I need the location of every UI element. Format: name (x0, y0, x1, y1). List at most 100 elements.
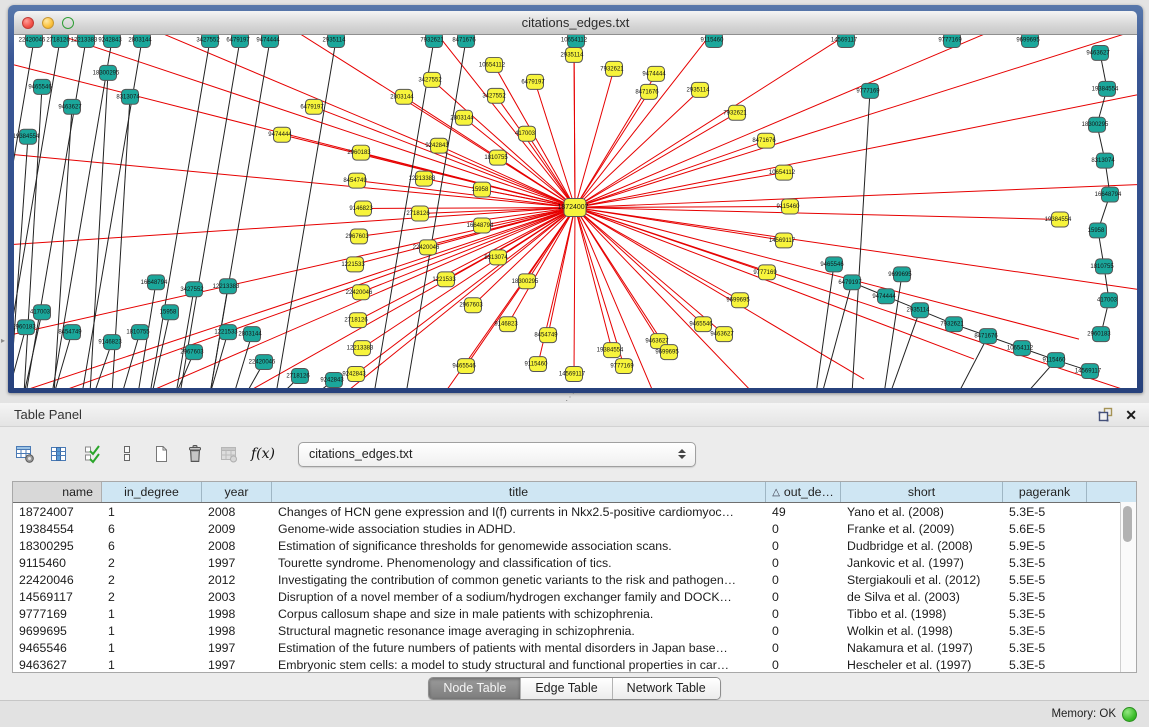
tab-node-table[interactable]: Node Table (429, 678, 521, 699)
cell-out_degree[interactable]: 0 (766, 539, 841, 553)
cell-short[interactable]: Tibbo et al. (1998) (841, 607, 1003, 621)
cell-short[interactable]: Dudbridge et al. (2008) (841, 539, 1003, 553)
cell-short[interactable]: de Silva et al. (2003) (841, 590, 1003, 604)
cell-year[interactable]: 2008 (202, 539, 272, 553)
close-window-button[interactable] (22, 17, 34, 29)
cell-title[interactable]: Tourette syndrome. Phenomenology and cla… (272, 556, 766, 570)
cell-pagerank[interactable]: 5.3E-5 (1003, 641, 1087, 655)
table-row[interactable]: 911546021997Tourette syndrome. Phenomeno… (13, 554, 1136, 571)
cell-in_degree[interactable]: 2 (102, 573, 202, 587)
cell-year[interactable]: 1997 (202, 641, 272, 655)
cell-short[interactable]: Wolkin et al. (1998) (841, 624, 1003, 638)
cell-pagerank[interactable]: 5.6E-5 (1003, 522, 1087, 536)
cell-name[interactable]: 14569117 (13, 590, 102, 604)
cell-year[interactable]: 1998 (202, 624, 272, 638)
cell-short[interactable]: Jankovic et al. (1997) (841, 556, 1003, 570)
table-row[interactable]: 1456911722003Disruption of a novel membe… (13, 588, 1136, 605)
cell-in_degree[interactable]: 1 (102, 607, 202, 621)
cell-name[interactable]: 9777169 (13, 607, 102, 621)
zoom-window-button[interactable] (62, 17, 74, 29)
column-header-year[interactable]: year (202, 482, 272, 502)
network-window-titlebar[interactable]: citations_edges.txt (14, 11, 1137, 35)
column-header-name[interactable]: name (13, 482, 102, 502)
table-settings-icon[interactable] (12, 441, 38, 467)
cell-out_degree[interactable]: 0 (766, 624, 841, 638)
cell-in_degree[interactable]: 6 (102, 522, 202, 536)
cell-title[interactable]: Estimation of the future numbers of pati… (272, 641, 766, 655)
cell-pagerank[interactable]: 5.3E-5 (1003, 624, 1087, 638)
cell-title[interactable]: Corpus callosum shape and size in male p… (272, 607, 766, 621)
table-row[interactable]: 1938455462009Genome-wide association stu… (13, 520, 1136, 537)
cell-in_degree[interactable]: 6 (102, 539, 202, 553)
cell-short[interactable]: Franke et al. (2009) (841, 522, 1003, 536)
insert-column-icon[interactable] (46, 441, 72, 467)
cell-in_degree[interactable]: 2 (102, 556, 202, 570)
cell-year[interactable]: 2009 (202, 522, 272, 536)
cell-title[interactable]: Changes of HCN gene expression and I(f) … (272, 505, 766, 519)
tab-network-table[interactable]: Network Table (613, 678, 720, 699)
new-table-icon[interactable] (148, 441, 174, 467)
cell-year[interactable]: 1997 (202, 556, 272, 570)
cell-in_degree[interactable]: 2 (102, 590, 202, 604)
cell-in_degree[interactable]: 1 (102, 658, 202, 672)
close-panel-icon[interactable]: ✕ (1125, 408, 1137, 422)
cell-out_degree[interactable]: 0 (766, 590, 841, 604)
column-header-short[interactable]: short (841, 482, 1003, 502)
cell-title[interactable]: Structural magnetic resonance image aver… (272, 624, 766, 638)
cell-out_degree[interactable]: 49 (766, 505, 841, 519)
cell-out_degree[interactable]: 0 (766, 573, 841, 587)
cell-name[interactable]: 18724007 (13, 505, 102, 519)
column-header-pagerank[interactable]: pagerank (1003, 482, 1087, 502)
cell-name[interactable]: 19384554 (13, 522, 102, 536)
gutter-collapse-icon[interactable]: ▸ (1, 336, 5, 345)
cell-name[interactable]: 9463627 (13, 658, 102, 672)
select-columns-icon[interactable] (80, 441, 106, 467)
table-scrollbar-thumb[interactable] (1123, 506, 1132, 542)
cell-pagerank[interactable]: 5.5E-5 (1003, 573, 1087, 587)
cell-title[interactable]: Estimation of significance thresholds fo… (272, 539, 766, 553)
import-table-icon[interactable] (216, 441, 242, 467)
table-row[interactable]: 1872400712008Changes of HCN gene express… (13, 503, 1136, 520)
cell-pagerank[interactable]: 5.3E-5 (1003, 658, 1087, 672)
column-header-title[interactable]: title (272, 482, 766, 502)
cell-title[interactable]: Disruption of a novel member of a sodium… (272, 590, 766, 604)
table-row[interactable]: 946554611997Estimation of the future num… (13, 639, 1136, 656)
cell-out_degree[interactable]: 0 (766, 607, 841, 621)
column-header-out_degree[interactable]: △out_de… (766, 482, 841, 502)
cell-name[interactable]: 9465546 (13, 641, 102, 655)
cell-pagerank[interactable]: 5.3E-5 (1003, 607, 1087, 621)
memory-status-indicator[interactable] (1122, 707, 1137, 722)
rows-icon[interactable] (114, 441, 140, 467)
cell-year[interactable]: 2003 (202, 590, 272, 604)
cell-short[interactable]: Hescheler et al. (1997) (841, 658, 1003, 672)
cell-year[interactable]: 2008 (202, 505, 272, 519)
cell-title[interactable]: Genome-wide association studies in ADHD. (272, 522, 766, 536)
cell-in_degree[interactable]: 1 (102, 505, 202, 519)
cell-short[interactable]: Nakamura et al. (1997) (841, 641, 1003, 655)
divider-grip-icon[interactable]: ⋰ (565, 393, 575, 403)
table-row[interactable]: 969969511998Structural magnetic resonanc… (13, 622, 1136, 639)
table-row[interactable]: 2242004622012Investigating the contribut… (13, 571, 1136, 588)
table-selector-dropdown[interactable]: citations_edges.txt (298, 442, 696, 467)
table-row[interactable]: 946362711997Embryonic stem cells: a mode… (13, 656, 1136, 673)
cell-name[interactable]: 18300295 (13, 539, 102, 553)
cell-out_degree[interactable]: 0 (766, 641, 841, 655)
cell-name[interactable]: 9699695 (13, 624, 102, 638)
cell-name[interactable]: 22420046 (13, 573, 102, 587)
cell-year[interactable]: 2012 (202, 573, 272, 587)
cell-out_degree[interactable]: 0 (766, 658, 841, 672)
cell-in_degree[interactable]: 1 (102, 624, 202, 638)
cell-year[interactable]: 1997 (202, 658, 272, 672)
delete-table-icon[interactable] (182, 441, 208, 467)
cell-pagerank[interactable]: 5.9E-5 (1003, 539, 1087, 553)
minimize-window-button[interactable] (42, 17, 54, 29)
tab-edge-table[interactable]: Edge Table (521, 678, 612, 699)
cell-in_degree[interactable]: 1 (102, 641, 202, 655)
float-panel-icon[interactable] (1097, 407, 1113, 422)
panel-divider[interactable]: ⋰ (0, 393, 1149, 403)
cell-pagerank[interactable]: 5.3E-5 (1003, 590, 1087, 604)
cell-name[interactable]: 9115460 (13, 556, 102, 570)
table-scrollbar[interactable] (1120, 502, 1136, 672)
column-header-in_degree[interactable]: in_degree (102, 482, 202, 502)
cell-out_degree[interactable]: 0 (766, 556, 841, 570)
